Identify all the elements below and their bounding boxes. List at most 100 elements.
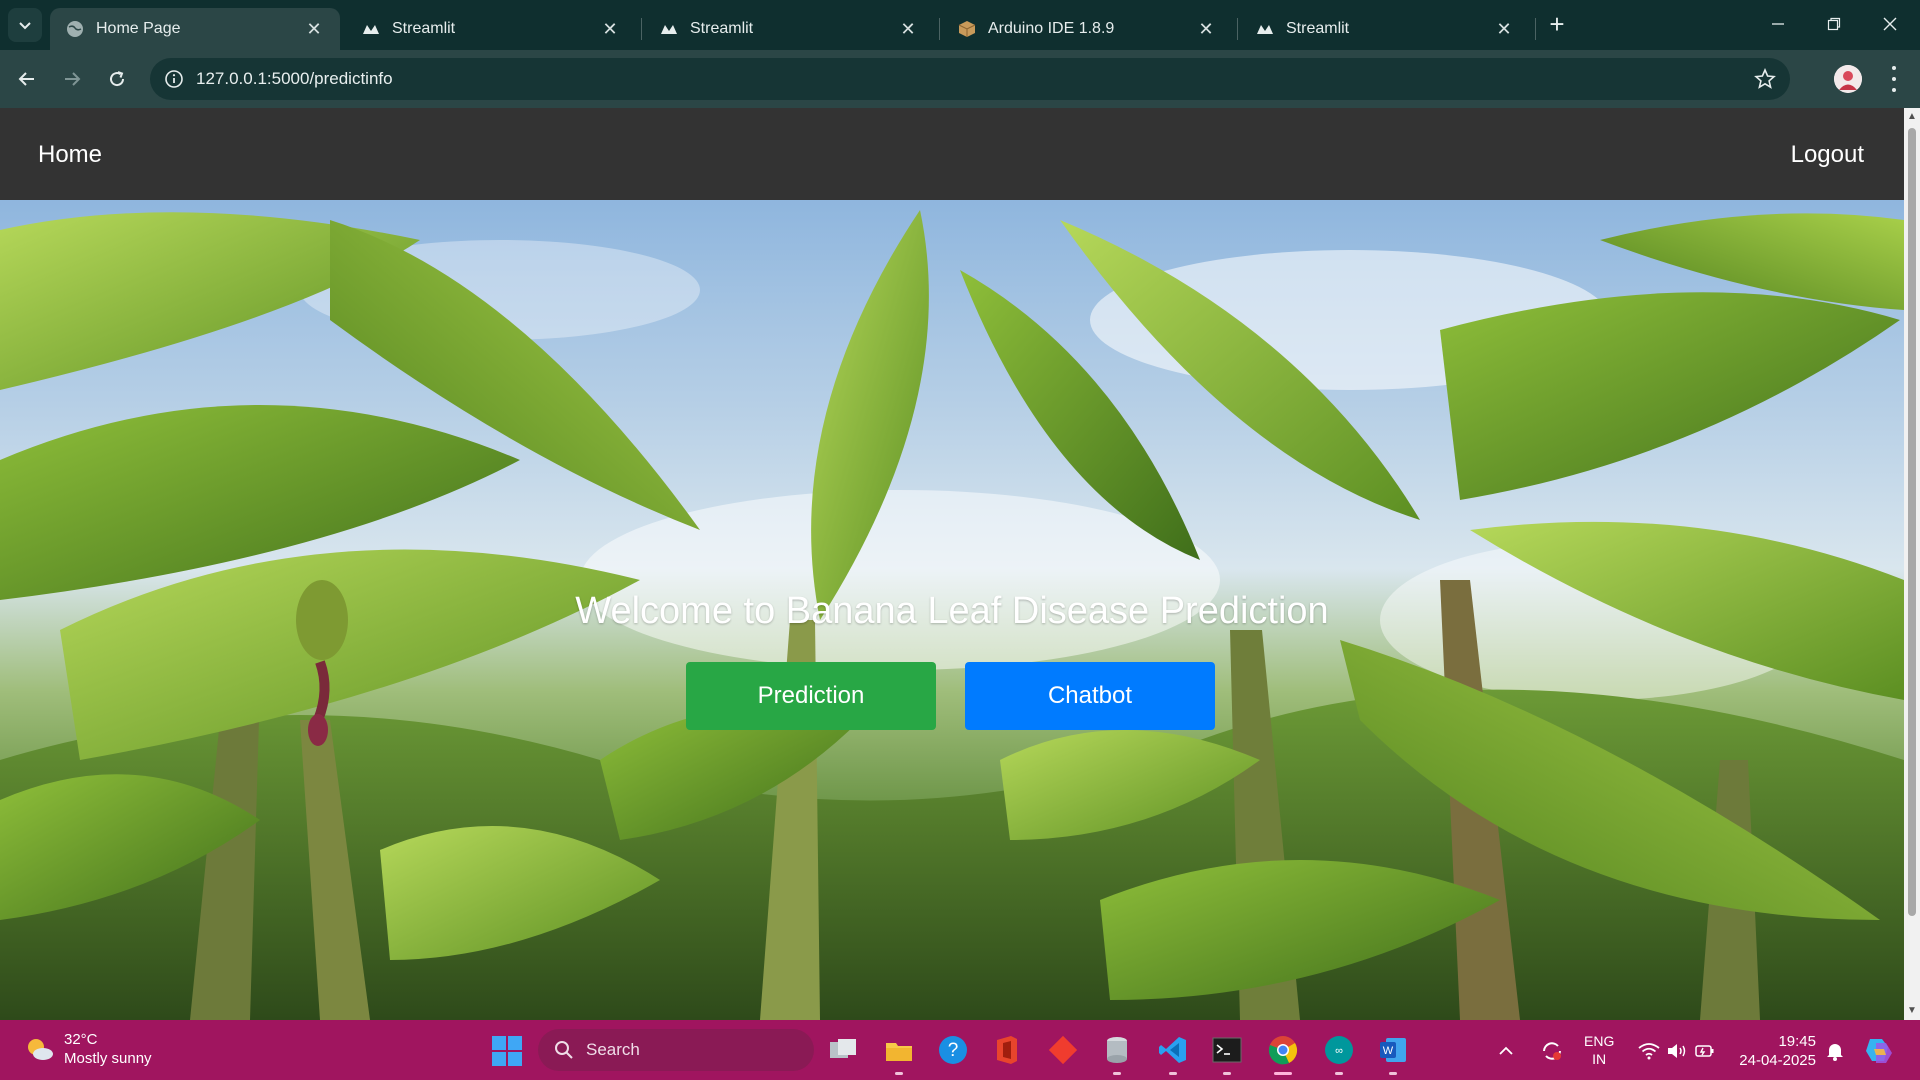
clock-date: 24-04-2025 xyxy=(1739,1052,1816,1069)
reload-button[interactable] xyxy=(102,64,132,94)
tab-separator xyxy=(939,18,940,40)
arrow-right-icon xyxy=(65,72,81,86)
page-viewport: Home Logout Welcome to Banana Leaf Disea… xyxy=(0,108,1904,1020)
bell-icon[interactable] xyxy=(1822,1034,1848,1068)
terminal-icon[interactable] xyxy=(1210,1033,1244,1067)
arrow-left-icon xyxy=(18,72,34,86)
scroll-down-icon[interactable]: ▼ xyxy=(1907,1006,1917,1016)
search-label: Search xyxy=(586,1040,640,1059)
prediction-button[interactable]: Prediction xyxy=(686,662,936,730)
taskbar-search[interactable]: Search xyxy=(538,1029,814,1071)
tab-label: Home Page xyxy=(96,20,181,37)
close-window-button[interactable] xyxy=(1870,8,1910,40)
tab-separator xyxy=(641,18,642,40)
address-bar[interactable]: 127.0.0.1:5000/predictinfo xyxy=(150,58,1790,100)
partly-sunny-icon xyxy=(28,1039,53,1060)
streamlit-icon xyxy=(660,20,678,38)
running-indicator xyxy=(1335,1072,1343,1075)
volume-icon[interactable] xyxy=(1664,1034,1690,1068)
hero-section: Welcome to Banana Leaf Disease Predictio… xyxy=(0,200,1904,1020)
restore-icon xyxy=(1827,17,1841,31)
weather-condition: Mostly sunny xyxy=(64,1050,152,1067)
chevron-up-icon[interactable] xyxy=(1494,1034,1518,1068)
browser-menu-button[interactable] xyxy=(1884,66,1904,92)
close-icon[interactable]: ✕ xyxy=(304,19,324,40)
avatar-icon xyxy=(1834,65,1862,93)
close-icon[interactable]: ✕ xyxy=(600,19,620,40)
chrome-icon[interactable] xyxy=(1266,1033,1300,1067)
minimize-button[interactable] xyxy=(1758,8,1798,40)
tab-streamlit-3[interactable]: Streamlit ✕ xyxy=(1240,8,1530,50)
copilot-icon[interactable] xyxy=(1862,1033,1896,1067)
nav-logout-link[interactable]: Logout xyxy=(1791,141,1864,169)
file-explorer-icon[interactable] xyxy=(882,1033,916,1067)
database-icon[interactable] xyxy=(1100,1033,1134,1067)
tab-label: Arduino IDE 1.8.9 xyxy=(988,20,1115,37)
close-icon[interactable]: ✕ xyxy=(898,19,918,40)
tab-search-button[interactable] xyxy=(8,8,42,42)
site-navbar: Home Logout xyxy=(0,108,1904,200)
tab-arduino-ide[interactable]: Arduino IDE 1.8.9 ✕ xyxy=(942,8,1232,50)
running-indicator xyxy=(1389,1072,1397,1075)
word-icon[interactable]: W xyxy=(1376,1033,1410,1067)
info-icon[interactable] xyxy=(164,69,184,89)
svg-text:∞: ∞ xyxy=(1335,1045,1343,1057)
running-indicator xyxy=(1113,1072,1121,1075)
tab-strip: Home Page ✕ Streamlit ✕ Streamlit ✕ Ardu… xyxy=(0,0,1920,50)
weather-widget[interactable]: 32°C Mostly sunny xyxy=(24,1030,152,1068)
search-icon xyxy=(555,1041,573,1059)
arduino-icon[interactable]: ∞ xyxy=(1322,1033,1356,1067)
url-text[interactable]: 127.0.0.1:5000/predictinfo xyxy=(196,69,393,89)
tab-label: Streamlit xyxy=(690,20,754,37)
tab-separator xyxy=(1237,18,1238,40)
restore-button[interactable] xyxy=(1814,8,1854,40)
svg-text:?: ? xyxy=(948,1040,959,1061)
active-app-indicator xyxy=(1274,1072,1292,1075)
browser-toolbar: 127.0.0.1:5000/predictinfo xyxy=(0,50,1920,108)
chatbot-button[interactable]: Chatbot xyxy=(965,662,1215,730)
battery-icon[interactable] xyxy=(1692,1034,1718,1068)
tab-separator xyxy=(1535,18,1536,40)
help-icon[interactable]: ? xyxy=(936,1033,970,1067)
weather-temp: 32°C xyxy=(64,1031,98,1048)
reload-icon xyxy=(110,71,125,87)
scrollbar-thumb[interactable] xyxy=(1908,128,1916,916)
tab-streamlit-2[interactable]: Streamlit ✕ xyxy=(644,8,934,50)
package-icon xyxy=(958,20,976,38)
scroll-up-icon[interactable]: ▲ xyxy=(1907,112,1917,122)
close-icon[interactable]: ✕ xyxy=(1494,19,1514,40)
new-tab-button[interactable]: + xyxy=(1542,10,1572,40)
region-code: IN xyxy=(1592,1051,1607,1067)
tab-label: Streamlit xyxy=(392,20,456,37)
chevron-down-icon xyxy=(19,22,31,30)
tab-label: Streamlit xyxy=(1286,20,1350,37)
running-indicator xyxy=(1169,1072,1177,1075)
task-view-icon[interactable] xyxy=(826,1033,860,1067)
hero-title: Welcome to Banana Leaf Disease Predictio… xyxy=(575,590,1329,632)
vscode-icon[interactable] xyxy=(1156,1033,1190,1067)
language-indicator[interactable]: ENG IN xyxy=(1584,1032,1614,1068)
running-indicator xyxy=(895,1072,903,1075)
close-icon[interactable]: ✕ xyxy=(1196,19,1216,40)
start-button[interactable] xyxy=(492,1036,522,1066)
star-icon[interactable] xyxy=(1754,68,1776,90)
running-indicator xyxy=(1223,1072,1231,1075)
windows-taskbar: 32°C Mostly sunny Search ? ∞ W ENG IN 19… xyxy=(0,1020,1920,1080)
tab-streamlit-1[interactable]: Streamlit ✕ xyxy=(346,8,636,50)
wifi-icon[interactable] xyxy=(1636,1034,1662,1068)
office-icon[interactable] xyxy=(990,1033,1024,1067)
system-clock[interactable]: 19:45 24-04-2025 xyxy=(1738,1032,1816,1070)
minimize-icon xyxy=(1772,23,1784,25)
close-icon xyxy=(1883,17,1897,31)
profile-avatar[interactable] xyxy=(1834,65,1862,93)
git-icon[interactable] xyxy=(1046,1033,1080,1067)
forward-button[interactable] xyxy=(57,64,87,94)
tab-home-page[interactable]: Home Page ✕ xyxy=(50,8,340,50)
sync-icon[interactable] xyxy=(1538,1034,1566,1068)
language-code: ENG xyxy=(1584,1033,1615,1049)
svg-text:W: W xyxy=(1383,1045,1394,1057)
back-button[interactable] xyxy=(12,64,42,94)
page-scrollbar[interactable]: ▲ ▼ xyxy=(1904,108,1920,1020)
nav-home-link[interactable]: Home xyxy=(38,141,102,169)
globe-icon xyxy=(66,20,84,38)
